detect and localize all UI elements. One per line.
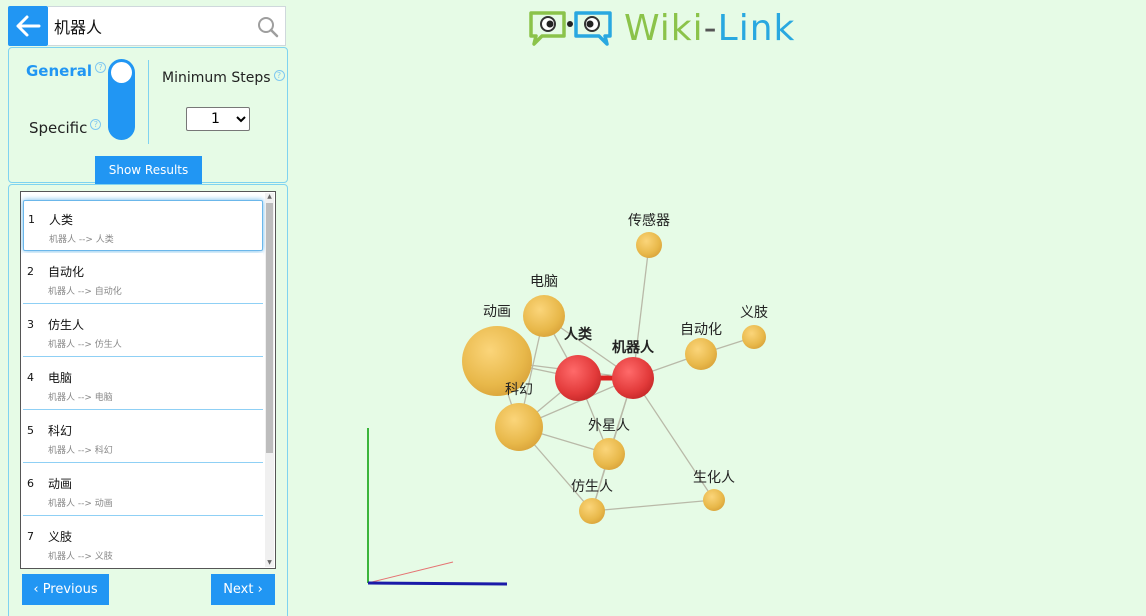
previous-button[interactable]: ‹ Previous — [22, 574, 109, 605]
graph-node-label: 传感器 — [628, 212, 670, 229]
graph-node[interactable] — [523, 295, 565, 337]
list-item[interactable]: 2 自动化 机器人 --> 自动化 — [23, 253, 263, 304]
graph-canvas[interactable]: 传感器电脑动画人类机器人 自动化 义肢科幻外星人仿生人 生化人 — [300, 60, 1146, 616]
graph-node[interactable] — [555, 355, 601, 401]
list-item[interactable]: 5 科幻 机器人 --> 科幻 — [23, 412, 263, 463]
search-input[interactable] — [54, 16, 244, 36]
result-title: 自动化 — [48, 265, 85, 279]
help-icon[interactable]: ? — [273, 70, 285, 81]
mode-specific-label[interactable]: Specific? — [29, 119, 102, 137]
result-number: 4 — [27, 371, 34, 384]
logo-text: Wiki-Link — [624, 8, 795, 49]
logo-wiki: Wiki — [624, 7, 704, 49]
results-list: 1 人类 机器人 --> 人类 2 自动化 机器人 --> 自动化 3 仿生人 … — [20, 191, 276, 569]
divider — [148, 60, 149, 144]
graph-node[interactable] — [703, 489, 725, 511]
result-path: 机器人 --> 科幻 — [48, 446, 113, 456]
graph-node[interactable] — [612, 357, 654, 399]
graph-node-label: 外星人 — [588, 418, 630, 434]
list-item[interactable]: 7 义肢 机器人 --> 义肢 — [23, 518, 263, 568]
back-button[interactable] — [8, 6, 48, 46]
graph-node-label: 动画 — [483, 304, 511, 320]
result-number: 3 — [27, 318, 34, 331]
graph-node-label: 自动化 — [680, 322, 722, 338]
result-path: 机器人 --> 电脑 — [48, 393, 113, 403]
result-title: 人类 — [49, 213, 74, 227]
scroll-thumb[interactable] — [266, 203, 273, 453]
list-item[interactable]: 3 仿生人 机器人 --> 仿生人 — [23, 306, 263, 357]
minimum-steps-text: Minimum Steps — [162, 70, 271, 86]
scrollbar[interactable]: ▲ ▼ — [265, 193, 274, 567]
list-item[interactable]: 1 人类 机器人 --> 人类 — [23, 200, 263, 251]
result-title: 科幻 — [48, 424, 73, 438]
result-number: 6 — [27, 477, 34, 490]
result-path: 机器人 --> 自动化 — [48, 287, 122, 297]
result-path: 机器人 --> 人类 — [49, 235, 114, 245]
settings-panel: General? Specific? Minimum Steps? 1 Show… — [8, 47, 288, 184]
graph-node[interactable] — [685, 338, 717, 370]
graph-node[interactable] — [636, 232, 662, 258]
wiki-link-logo: Wiki-Link — [528, 8, 795, 49]
graph-node-label: 科幻 — [505, 382, 533, 398]
results-panel: 1 人类 机器人 --> 人类 2 自动化 机器人 --> 自动化 3 仿生人 … — [8, 184, 288, 616]
help-icon[interactable]: ? — [95, 62, 106, 73]
toggle-knob — [111, 62, 132, 83]
mode-general-label[interactable]: General? — [26, 62, 106, 80]
graph-node[interactable] — [495, 403, 543, 451]
graph-nodes: 传感器电脑动画人类机器人 自动化 义肢科幻外星人仿生人 生化人 — [462, 212, 768, 524]
search-icon[interactable] — [257, 16, 279, 38]
list-item[interactable]: 4 电脑 机器人 --> 电脑 — [23, 359, 263, 410]
logo-link: Link — [717, 7, 796, 49]
graph-edge — [591, 499, 715, 512]
result-title: 动画 — [48, 477, 73, 491]
axis-x — [367, 581, 508, 586]
result-path: 机器人 --> 仿生人 — [48, 340, 122, 350]
eyes-chat-icon — [529, 11, 612, 46]
result-path: 机器人 --> 动画 — [48, 499, 113, 509]
result-path: 机器人 --> 义肢 — [48, 552, 113, 562]
help-icon[interactable]: ? — [90, 119, 102, 130]
mode-general-text: General — [26, 62, 92, 80]
graph-node-label: 机器人 — [612, 339, 655, 356]
graph-node[interactable] — [742, 325, 766, 349]
result-number: 2 — [27, 265, 34, 278]
minimum-steps-label: Minimum Steps? — [162, 70, 285, 86]
list-item[interactable]: 6 动画 机器人 --> 动画 — [23, 465, 263, 516]
result-number: 7 — [27, 530, 34, 543]
axis-z — [367, 561, 454, 584]
search-bar — [48, 6, 286, 46]
result-number: 5 — [27, 424, 34, 437]
result-title: 电脑 — [48, 371, 73, 385]
result-title: 仿生人 — [48, 318, 85, 332]
mode-toggle[interactable] — [108, 59, 135, 140]
logo-dash: - — [703, 7, 718, 49]
result-title: 义肢 — [48, 530, 73, 544]
result-number: 1 — [28, 213, 35, 226]
show-results-button[interactable]: Show Results — [95, 156, 202, 184]
graph-node[interactable] — [579, 498, 605, 524]
mode-specific-text: Specific — [29, 119, 88, 137]
scroll-up-icon[interactable]: ▲ — [266, 193, 273, 201]
graph-node-label: 生化人 — [693, 470, 735, 486]
scroll-down-icon[interactable]: ▼ — [266, 559, 273, 567]
graph-node[interactable] — [593, 438, 625, 470]
arrow-left-icon — [16, 15, 41, 37]
graph-node-label: 义肢 — [740, 305, 768, 321]
graph-node-label: 电脑 — [530, 274, 558, 290]
next-button[interactable]: Next › — [211, 574, 275, 605]
minimum-steps-select[interactable]: 1 — [186, 107, 250, 131]
graph-node-label: 仿生人 — [571, 479, 613, 495]
graph-node-label: 人类 — [564, 326, 593, 343]
